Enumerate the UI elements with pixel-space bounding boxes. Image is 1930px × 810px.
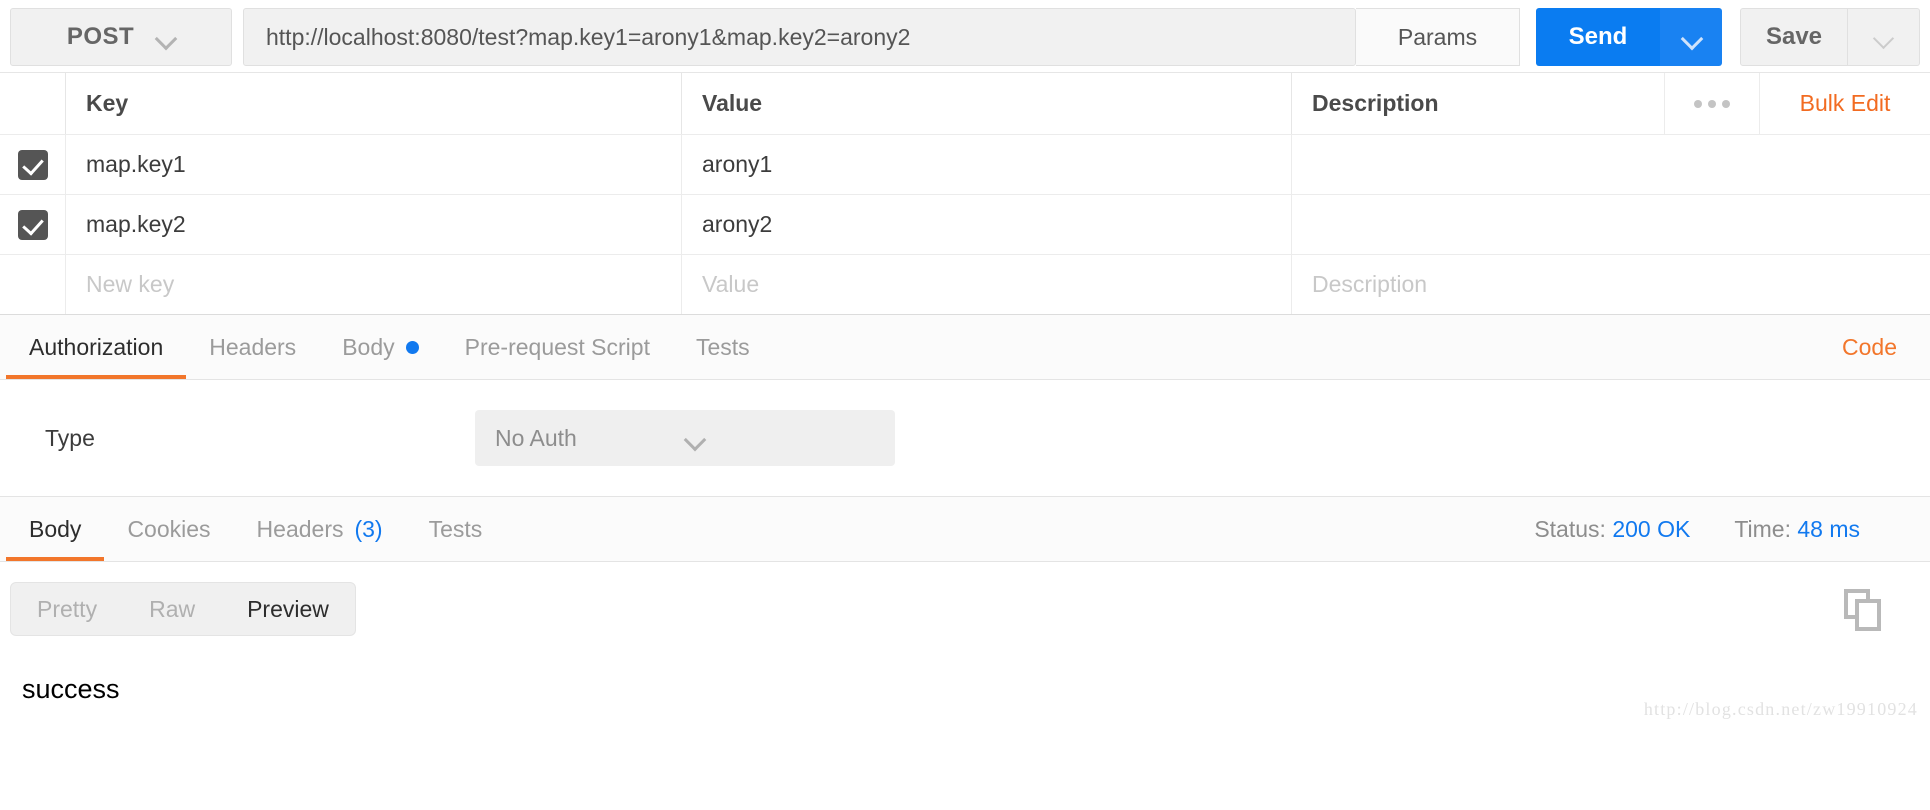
save-button[interactable]: Save [1740,8,1848,66]
tab-label: Body [29,515,82,542]
url-input[interactable]: http://localhost:8080/test?map.key1=aron… [243,8,1356,66]
row-checkbox[interactable] [17,149,48,180]
request-tabs: Authorization Headers Body Pre-request S… [0,315,1930,380]
time-value: 48 ms [1797,515,1860,542]
http-method-label: POST [66,23,135,50]
param-description-input[interactable] [1292,135,1930,194]
column-header-description: Description [1312,90,1439,116]
tab-tests[interactable]: Tests [673,315,773,379]
row-checkbox-cell [0,135,66,194]
tab-label: Cookies [127,515,211,542]
send-options-button[interactable] [1660,8,1722,66]
copy-front-sheet [1855,599,1881,631]
url-bar: POST http://localhost:8080/test?map.key1… [0,0,1930,72]
tab-headers[interactable]: Headers [186,315,319,379]
status-label: Status: [1534,515,1606,542]
row-checkbox[interactable] [17,209,48,240]
column-header-description-wrap: Description Bulk Edit [1292,73,1930,134]
param-key-input[interactable]: map.key2 [66,195,682,254]
tab-label: Tests [428,515,483,542]
new-row-checkbox-cell [0,255,66,314]
http-method-selector[interactable]: POST [10,8,232,66]
view-mode-raw[interactable]: Raw [123,583,221,635]
send-button[interactable]: Send [1536,8,1660,66]
tab-label: Tests [695,333,750,360]
bulk-edit-button[interactable]: Bulk Edit [1760,90,1930,117]
time-indicator: Time: 48 ms [1734,516,1860,543]
table-row: map.key2 arony2 [0,194,1930,254]
dot [1722,99,1730,108]
more-options-icon[interactable] [1664,73,1760,134]
auth-type-select[interactable]: No Auth [475,410,895,466]
view-mode-pretty[interactable]: Pretty [11,583,123,635]
status-value: 200 OK [1612,515,1691,542]
send-button-group: Send [1536,8,1722,66]
param-value-input[interactable]: arony2 [682,195,1292,254]
new-param-key-input[interactable]: New key [66,255,682,314]
tab-pre-request-script[interactable]: Pre-request Script [442,315,673,379]
tab-label: Headers [209,333,297,360]
time-label: Time: [1734,515,1791,542]
tab-label: Pre-request Script [464,333,650,360]
response-body-panel: Pretty Raw Preview success http://blog.c… [0,562,1930,732]
headers-count-badge: (3) [354,515,383,542]
response-tab-tests[interactable]: Tests [406,497,506,561]
tab-body[interactable]: Body [319,315,441,379]
response-tab-body[interactable]: Body [6,497,105,561]
authorization-panel: Type No Auth [0,380,1930,497]
response-meta: Status: 200 OK Time: 48 ms [1534,497,1930,561]
table-header-row: Key Value Description Bulk Edit [0,73,1930,134]
dot [1708,99,1716,108]
chevron-down-icon [1874,28,1893,47]
response-view-mode-switch: Pretty Raw Preview [10,582,356,636]
column-header-key: Key [66,73,682,134]
chevron-down-icon [156,28,175,47]
header-checkbox-cell [0,73,66,134]
response-tabs: Body Cookies Headers (3) Tests Status: 2… [0,497,1930,562]
code-link[interactable]: Code [1842,315,1930,379]
chevron-down-icon [685,429,875,448]
chevron-down-icon [1682,28,1701,47]
column-header-value: Value [682,73,1292,134]
table-row: map.key1 arony1 [0,134,1930,194]
query-params-table: Key Value Description Bulk Edit map.key1… [0,72,1930,315]
copy-icon[interactable] [1844,589,1888,633]
save-button-group: Save [1740,8,1920,66]
auth-type-value: No Auth [495,424,577,451]
dot [1694,99,1702,108]
param-key-input[interactable]: map.key1 [66,135,682,194]
new-param-value-input[interactable]: Value [682,255,1292,314]
watermark: http://blog.csdn.net/zw19910924 [1643,699,1918,719]
tab-label: Body [342,333,395,360]
save-options-button[interactable] [1848,8,1920,66]
response-tab-cookies[interactable]: Cookies [104,497,233,561]
tab-label: Headers [256,515,344,542]
params-button[interactable]: Params [1356,8,1520,66]
tab-authorization[interactable]: Authorization [6,315,187,379]
status-indicator: Status: 200 OK [1534,516,1690,543]
param-description-input[interactable] [1292,195,1930,254]
response-tab-headers[interactable]: Headers (3) [234,497,406,561]
new-param-description-input[interactable]: Description [1292,255,1930,314]
response-content: success [22,674,120,704]
view-mode-preview[interactable]: Preview [221,583,355,635]
param-value-input[interactable]: arony1 [682,135,1292,194]
table-new-row: New key Value Description [0,254,1930,314]
body-modified-dot-icon [405,340,419,354]
row-checkbox-cell [0,195,66,254]
auth-type-label: Type [45,424,95,451]
tab-label: Authorization [29,333,164,360]
